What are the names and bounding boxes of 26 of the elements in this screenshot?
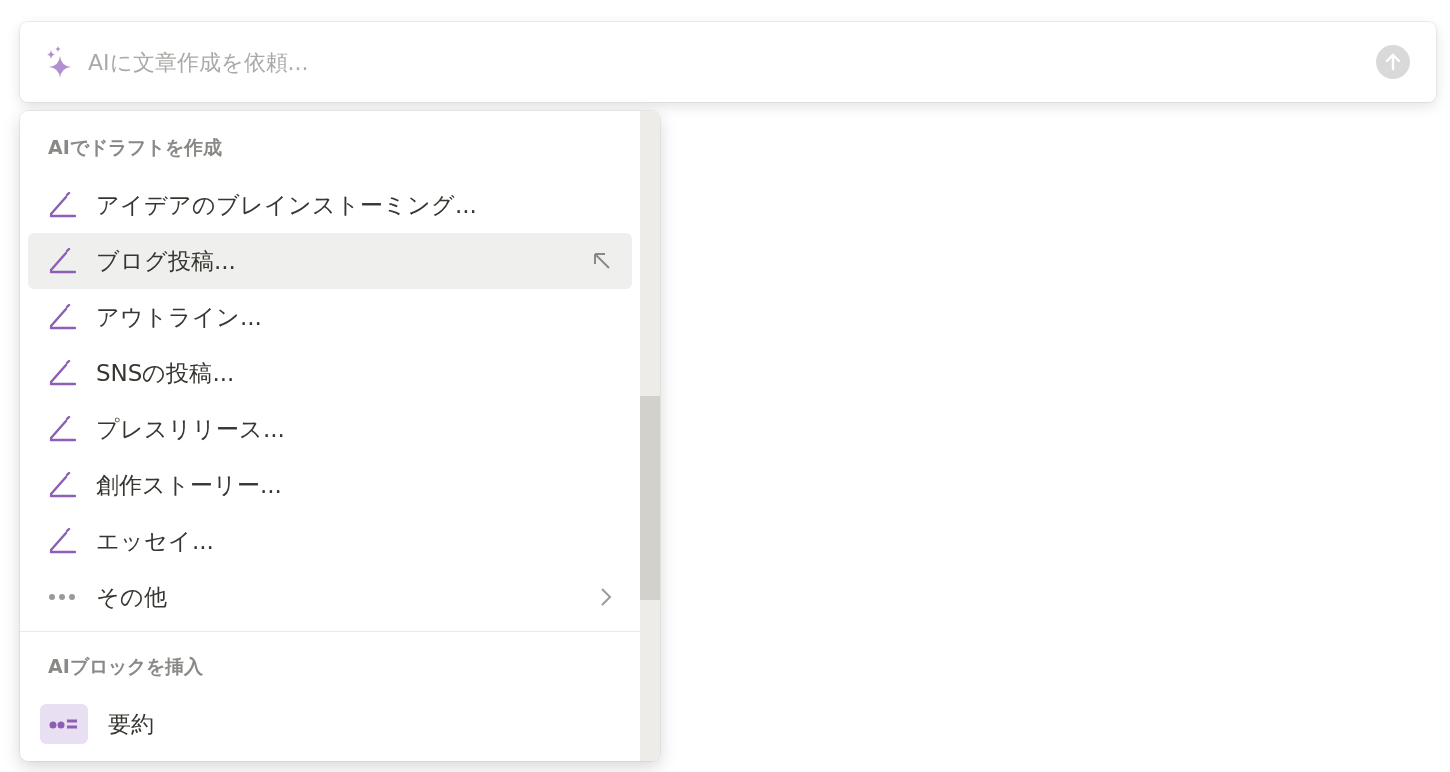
section-heading: AIでドラフトを作成	[47, 135, 223, 160]
menu-item[interactable]: アイデアのブレインストーミング...	[28, 177, 632, 233]
pencil-icon	[48, 192, 76, 218]
menu-item[interactable]: エッセイ...	[28, 513, 632, 569]
scrollbar-thumb[interactable]	[640, 396, 660, 600]
menu-item[interactable]: 創作ストーリー...	[28, 457, 632, 513]
pencil-icon	[48, 360, 76, 386]
more-icon	[48, 593, 76, 601]
pencil-icon	[48, 416, 76, 442]
section-heading: AIブロックを挿入	[47, 654, 204, 679]
return-arrow-icon	[592, 251, 612, 271]
menu-item[interactable]: ブログ投稿...	[28, 233, 632, 289]
menu-item[interactable]: アウトライン...	[28, 289, 632, 345]
menu-item[interactable]: SNSの投稿...	[28, 345, 632, 401]
menu-item[interactable]: その他	[28, 569, 632, 625]
prompt-field[interactable]: AIに文章作成を依頼...	[86, 48, 1364, 76]
pencil-icon	[48, 248, 76, 274]
quote-list-icon	[40, 704, 88, 744]
menu-item[interactable]: プレスリリース...	[28, 401, 632, 457]
chevron-right-icon	[600, 587, 612, 607]
send-button[interactable]	[1376, 45, 1410, 79]
pencil-icon	[48, 304, 76, 330]
menu-item[interactable]: 要約	[28, 696, 632, 752]
arrow-up-icon	[1384, 53, 1402, 71]
pencil-icon	[48, 528, 76, 554]
pencil-icon	[48, 472, 76, 498]
